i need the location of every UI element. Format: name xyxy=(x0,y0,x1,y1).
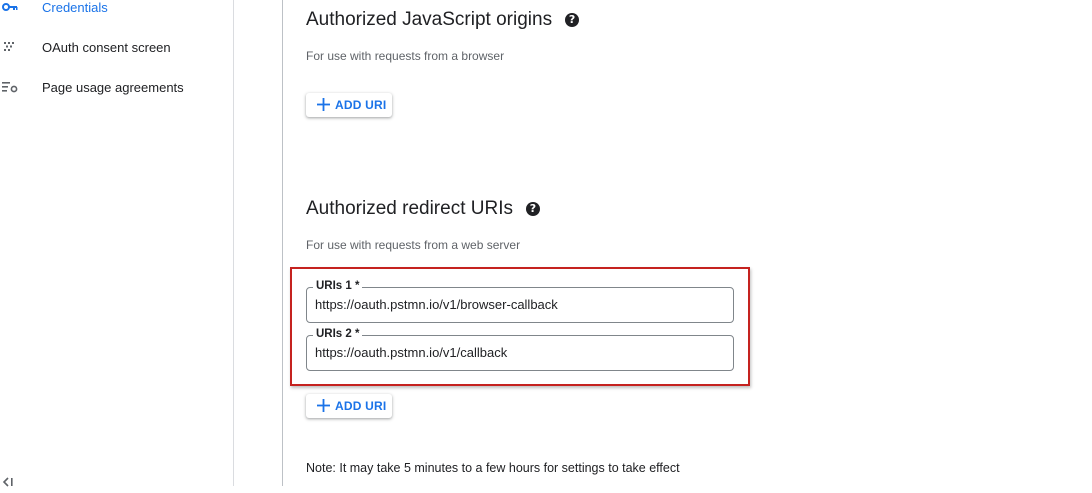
settings-list-icon xyxy=(2,79,18,95)
add-uri-label: ADD URI xyxy=(335,98,387,112)
plus-icon xyxy=(317,98,330,111)
field-label: URIs 2 * xyxy=(313,328,363,340)
add-redirect-uri-button[interactable]: ADD URI xyxy=(306,394,392,418)
sidebar: Credentials OAuth consent screen Page us… xyxy=(0,0,234,487)
settings-note: Note: It may take 5 minutes to a few hou… xyxy=(306,461,680,475)
redirect-uris-title-text: Authorized redirect URIs xyxy=(306,198,513,219)
redirect-uri-field-2[interactable]: URIs 2 * xyxy=(306,328,734,371)
content-divider xyxy=(282,0,283,486)
redirect-uri-field-1[interactable]: URIs 1 * xyxy=(306,280,734,323)
sidebar-item-label: Page usage agreements xyxy=(42,79,184,95)
sidebar-item-page-usage-agreements[interactable]: Page usage agreements xyxy=(0,75,233,99)
key-icon xyxy=(2,0,18,15)
field-label: URIs 1 * xyxy=(313,280,363,292)
sidebar-item-oauth-consent-screen[interactable]: OAuth consent screen xyxy=(0,35,233,59)
collapse-icon[interactable] xyxy=(2,475,14,487)
consent-icon xyxy=(2,39,18,55)
sidebar-item-label: Credentials xyxy=(42,0,108,15)
help-icon[interactable]: ? xyxy=(565,13,580,27)
add-js-origin-button[interactable]: ADD URI xyxy=(306,93,392,117)
add-uri-label: ADD URI xyxy=(335,399,387,413)
redirect-uris-title: Authorized redirect URIs ? xyxy=(306,198,540,220)
redirect-uri-input-2[interactable] xyxy=(315,345,725,360)
redirect-uri-input-1[interactable] xyxy=(315,297,725,312)
js-origins-title: Authorized JavaScript origins ? xyxy=(306,9,580,31)
plus-icon xyxy=(317,399,330,412)
sidebar-item-credentials[interactable]: Credentials xyxy=(0,0,233,19)
sidebar-item-label: OAuth consent screen xyxy=(42,39,171,55)
js-origins-title-text: Authorized JavaScript origins xyxy=(306,9,553,30)
js-origins-description: For use with requests from a browser xyxy=(306,49,505,63)
redirect-uris-description: For use with requests from a web server xyxy=(306,238,521,252)
help-icon[interactable]: ? xyxy=(525,202,540,216)
